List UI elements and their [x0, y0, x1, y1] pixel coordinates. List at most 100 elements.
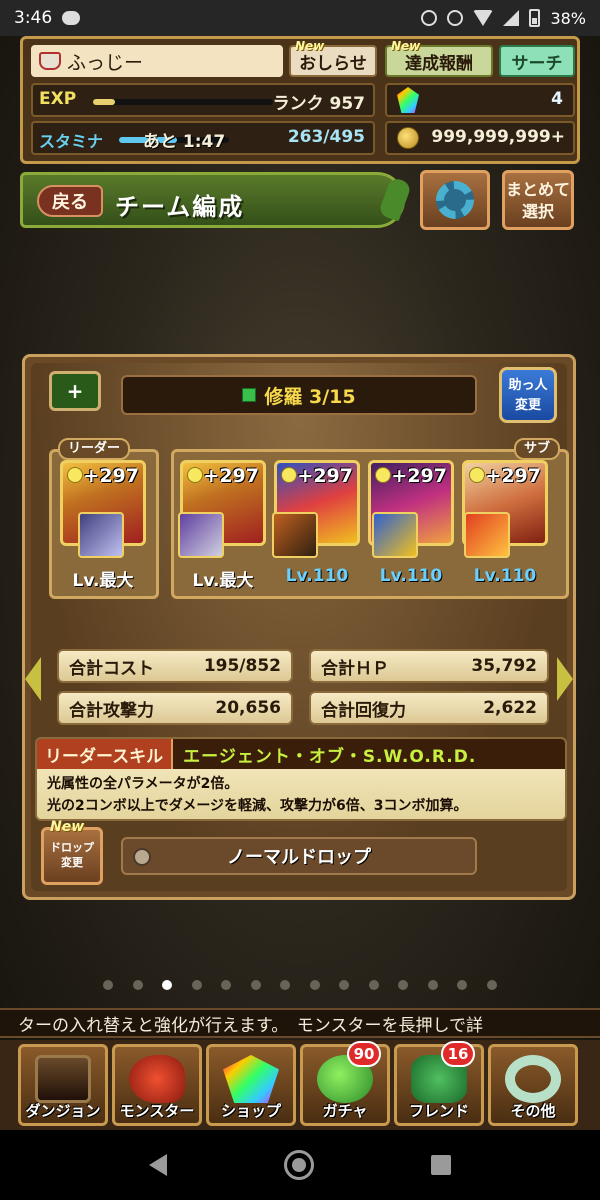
dragon-tail-icon: [377, 176, 413, 222]
total-cost-label: 合計コスト: [69, 658, 154, 679]
sub-slots-frame: サブ +297 Lv.最大 +297 Lv.110 +297 Lv.110 +2: [171, 438, 569, 599]
light-attribute-icon: [187, 467, 203, 483]
status-icons: 38%: [421, 9, 586, 28]
total-hp-value: 35,792: [471, 656, 537, 676]
friend-badge: 16: [441, 1041, 475, 1067]
total-recovery: 合計回復力 2,622: [309, 691, 549, 725]
coin-row: 999,999,999+: [385, 121, 575, 155]
player-name-box[interactable]: ふっじー: [31, 45, 283, 77]
total-attack-label: 合計攻撃力: [69, 700, 154, 721]
light-attribute-icon: [469, 467, 485, 483]
system-back-icon[interactable]: [148, 1154, 167, 1176]
notification-icon: [62, 11, 81, 25]
assist-monster[interactable]: [464, 512, 510, 558]
new-tag: New: [295, 39, 325, 53]
drop-change-line2: 変更: [61, 856, 83, 869]
page-dot: [309, 980, 320, 990]
nav-label: フレンド: [408, 1102, 469, 1120]
system-home-icon[interactable]: [283, 1150, 314, 1180]
assist-monster[interactable]: [272, 512, 318, 558]
question-icon: [505, 1055, 561, 1103]
nav-shop[interactable]: ショップ: [206, 1044, 296, 1126]
leader-skill-header: リーダースキル エージェント・オブ・S.W.O.R.D.: [37, 739, 565, 769]
signal-icon: [503, 10, 520, 26]
bottom-nav: ダンジョン モンスター ショップ 90 ガチャ 16 フレンド その他: [0, 1040, 600, 1130]
helper-line1: 助っ人: [508, 378, 548, 393]
back-button[interactable]: 戻る: [37, 185, 103, 217]
leader-skill-description: 光属性の全パラメータが2倍。 光の2コンボ以上でダメージを軽減、攻撃力が6倍、3…: [37, 769, 565, 819]
team-swap-button[interactable]: +: [49, 371, 101, 411]
stamina-row: スタミナ あと 1:47 263/495: [31, 121, 375, 155]
next-team-arrow[interactable]: [557, 657, 573, 701]
team-name: 修羅 3/15: [264, 385, 356, 408]
search-button[interactable]: サーチ: [499, 45, 575, 77]
vibrate-icon: [447, 10, 464, 26]
hand-plus-icon: +: [66, 379, 84, 403]
sub-tag: サブ: [513, 438, 560, 460]
page-dot-active: [162, 980, 173, 990]
prev-team-arrow[interactable]: [25, 657, 41, 701]
page-dot: [221, 980, 232, 990]
monster-plus: +297: [297, 465, 353, 487]
monster-level: Lv.110: [285, 566, 349, 586]
leader-skill-line2: 光の2コンボ以上でダメージを軽減、攻撃力が6倍、3コンボ加算。: [47, 798, 468, 814]
stamina-remaining: あと 1:47: [143, 132, 226, 152]
nav-label: ガチャ: [322, 1102, 368, 1120]
drop-change-button[interactable]: New ドロップ 変更: [41, 820, 103, 885]
page-dot: [250, 980, 261, 990]
total-recovery-label: 合計回復力: [321, 700, 406, 721]
leader-skill-box[interactable]: リーダースキル エージェント・オブ・S.W.O.R.D. 光属性の全パラメータが…: [35, 737, 567, 821]
notice-button[interactable]: New おしらせ: [289, 39, 377, 77]
dragon-icon: [129, 1055, 185, 1103]
monster-level: Lv.110: [473, 566, 537, 586]
help-ticker: ターの入れ替えと強化が行えます。 モンスターを長押しで詳: [0, 1008, 600, 1038]
title-banner: 戻る チーム編成: [20, 172, 413, 228]
alarm-icon: [421, 10, 438, 26]
page-dot: [103, 980, 114, 990]
monster-plus: +297: [391, 465, 447, 487]
total-hp: 合計ＨＰ 35,792: [309, 649, 549, 683]
drop-orb-icon: [133, 848, 151, 866]
assist-monster[interactable]: [372, 512, 418, 558]
player-name: ふっじー: [67, 51, 144, 74]
system-recents-icon[interactable]: [431, 1155, 452, 1175]
total-cost-value: 195/852: [203, 656, 281, 676]
settings-button[interactable]: [420, 170, 490, 230]
monster-level: Lv.110: [379, 566, 443, 586]
light-attribute-icon: [375, 467, 391, 483]
nav-dungeon[interactable]: ダンジョン: [18, 1044, 108, 1126]
wifi-icon: [473, 10, 494, 26]
page-dot: [339, 980, 350, 990]
assist-monster[interactable]: [178, 512, 224, 558]
nav-label: ダンジョン: [25, 1102, 101, 1120]
rank-value: ランク 957: [272, 94, 365, 114]
helper-change-button[interactable]: 助っ人 変更: [499, 367, 557, 423]
coin-icon: [397, 127, 419, 149]
magic-stone-row[interactable]: 4: [385, 83, 575, 117]
reward-button[interactable]: New 達成報酬: [385, 39, 493, 77]
magic-stone-icon: [397, 87, 419, 113]
nav-other[interactable]: その他: [488, 1044, 578, 1126]
drop-type-value: ノーマルドロップ: [227, 847, 371, 868]
page-dot: [398, 980, 409, 990]
nav-gacha[interactable]: 90 ガチャ: [300, 1041, 390, 1126]
page-dot: [457, 980, 468, 990]
drop-type-field[interactable]: ノーマルドロップ: [121, 837, 477, 875]
new-tag: New: [391, 39, 421, 53]
nav-friend[interactable]: 16 フレンド: [394, 1041, 484, 1126]
system-nav-bar: [0, 1130, 600, 1200]
crown-icon: [39, 52, 61, 70]
multi-select-button[interactable]: まとめて 選択: [502, 170, 574, 230]
gacha-badge: 90: [347, 1041, 381, 1067]
team-name-box[interactable]: 修羅 3/15: [121, 375, 477, 415]
page-dot: [427, 980, 438, 990]
exp-bar: [93, 99, 273, 105]
exp-bar-fill: [93, 99, 115, 105]
page-dot: [368, 980, 379, 990]
total-recovery-value: 2,622: [483, 698, 537, 718]
status-bar: 3:46 38%: [0, 0, 600, 36]
assist-monster[interactable]: [78, 512, 124, 558]
drop-change-line1: ドロップ: [50, 841, 94, 854]
game-screen: ふっじー New おしらせ New 達成報酬 サーチ EXP ランク 957 ス…: [0, 36, 600, 1130]
nav-monster[interactable]: モンスター: [112, 1044, 202, 1126]
